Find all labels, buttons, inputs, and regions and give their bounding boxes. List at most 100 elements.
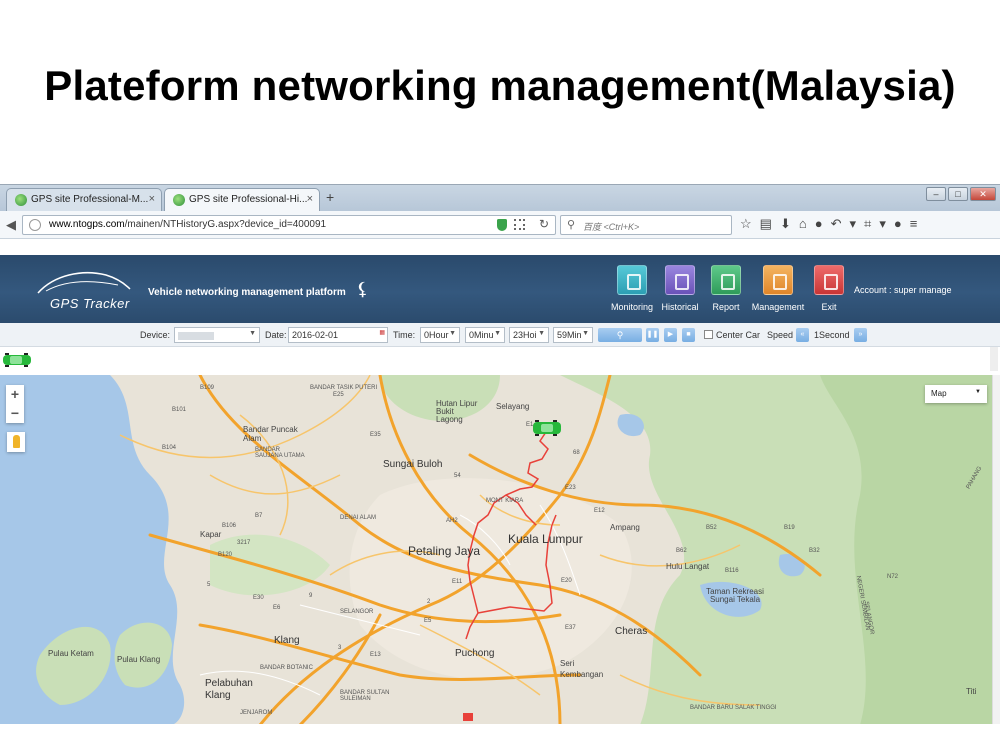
- qr-code-icon[interactable]: [514, 219, 525, 230]
- map-label-pelabuhan-klang: Pelabuhan Klang: [205, 678, 253, 701]
- map-label-bandar-sultan: BANDAR SULTAN SULEIMAN: [340, 690, 390, 702]
- tab-close-icon[interactable]: ×: [307, 193, 313, 205]
- masked-device-id: [178, 331, 214, 340]
- platform-name: Vehicle networking management platform: [148, 287, 346, 298]
- vehicle-marker-icon: [533, 420, 561, 436]
- site-favicon-icon: [15, 194, 27, 206]
- nav-label: Management: [751, 302, 805, 312]
- chevron-down-icon: ▼: [975, 389, 981, 395]
- nav-report-button[interactable]: Report: [698, 265, 754, 312]
- date-value: 2016-02-01: [292, 330, 339, 340]
- zoom-out-button[interactable]: −: [6, 404, 24, 423]
- start-hour-value: 0Hour: [424, 330, 449, 340]
- tab-label: GPS site Professional-Hi...: [189, 194, 308, 205]
- road-code-label: 68: [573, 450, 580, 456]
- pause-button[interactable]: ❚❚: [646, 328, 659, 342]
- map-label-petaling-jaya: Petaling Jaya: [408, 544, 481, 558]
- road-code-label: B116: [725, 568, 739, 574]
- search-bar[interactable]: ⚲ 百度 <Ctrl+K>: [560, 215, 732, 235]
- account-label: Account : super manage: [854, 285, 952, 295]
- start-hour-select[interactable]: 0Hour ▼: [420, 327, 460, 343]
- device-label: Device:: [140, 330, 171, 340]
- map-label-sungai-buloh: Sungai Buloh: [383, 459, 443, 470]
- chevron-down-icon[interactable]: ▾: [879, 216, 886, 232]
- road-code-label: E25: [333, 392, 344, 398]
- undo-icon[interactable]: ↶: [831, 216, 842, 232]
- back-icon[interactable]: ◀: [6, 217, 16, 233]
- new-tab-button[interactable]: +: [326, 189, 334, 205]
- road-code-label: 3217: [237, 540, 251, 546]
- map-label-selayang: Selayang: [496, 402, 530, 411]
- road-code-label: B32: [809, 548, 820, 554]
- home-icon[interactable]: ⌂: [799, 216, 807, 232]
- car-logo-icon: [37, 272, 131, 294]
- road-code-label: B101: [172, 407, 187, 413]
- star-icon[interactable]: ☆: [740, 216, 752, 232]
- road-code-label: E12: [594, 508, 605, 514]
- device-select[interactable]: ▼: [174, 327, 260, 343]
- calendar-icon[interactable]: ▦: [379, 329, 385, 336]
- map-label-klang: Klang: [274, 635, 300, 646]
- url-bar[interactable]: www.ntogps.com/mainen/NTHistoryG.aspx?de…: [22, 215, 556, 235]
- center-car-label: Center Car: [716, 330, 761, 340]
- reload-icon[interactable]: ↻: [539, 217, 549, 231]
- date-input[interactable]: 2016-02-01 ▦: [288, 327, 388, 343]
- map-label-seri-kembangan: Seri Kembangan: [560, 659, 604, 679]
- time-label: Time:: [393, 330, 416, 340]
- speed-increase-button[interactable]: »: [854, 328, 867, 342]
- map-label-bandar-botanic: BANDAR BOTANIC: [260, 665, 313, 671]
- exit-icon: [814, 265, 844, 295]
- tab-gps-monitoring[interactable]: GPS site Professional-M... ×: [6, 188, 162, 211]
- end-minute-value: 59Min: [557, 330, 582, 340]
- map-type-dropdown[interactable]: Map ▼: [925, 385, 987, 403]
- speed-decrease-button[interactable]: «: [796, 328, 809, 342]
- map-label-hulu-langat: Hulu Langat: [666, 562, 710, 571]
- download-icon[interactable]: ⬇: [780, 216, 791, 232]
- page-scrollbar[interactable]: [992, 375, 1000, 724]
- map-label-bandar-tasik: BANDAR TASIK PUTERI: [310, 385, 378, 391]
- menu-icon[interactable]: ≡: [910, 216, 918, 232]
- map-label-ampang: Ampang: [610, 523, 640, 532]
- chat-icon[interactable]: ●: [894, 216, 902, 232]
- query-search-button[interactable]: ⚲: [598, 328, 642, 342]
- screenshot-icon[interactable]: ⌗: [864, 216, 871, 232]
- start-minute-select[interactable]: 0Minu ▼: [465, 327, 505, 343]
- browser-toolbar-icons: ☆ ▤ ⬇ ⌂ ● ↶ ▾ ⌗ ▾ ● ≡: [740, 216, 917, 232]
- map-type-value: Map: [931, 389, 947, 398]
- map-canvas[interactable]: [0, 375, 1000, 724]
- map-view[interactable]: Kuala Lumpur Petaling Jaya Sungai Buloh …: [0, 375, 1000, 724]
- chat-icon[interactable]: ●: [815, 216, 823, 232]
- navigation-toolbar: ◀ www.ntogps.com/mainen/NTHistoryG.aspx?…: [0, 211, 1000, 239]
- zoom-in-button[interactable]: +: [6, 385, 24, 404]
- road-code-label: B104: [162, 445, 177, 451]
- road-code-label: 9: [309, 593, 313, 599]
- map-label-mont-kiara: MONT KIARA: [486, 498, 524, 504]
- minimize-button[interactable]: –: [926, 187, 946, 201]
- vehicle-strip: [0, 347, 1000, 375]
- tab-close-icon[interactable]: ×: [149, 193, 155, 205]
- maximize-button[interactable]: □: [948, 187, 968, 201]
- map-label-denai-alam: DENAI ALAM: [340, 515, 377, 521]
- green-car-icon[interactable]: [2, 353, 32, 367]
- map-label-bandar-baru: BANDAR BARU SALAK TINGGI: [690, 705, 777, 711]
- strip-scrollbar[interactable]: [990, 347, 998, 371]
- close-window-button[interactable]: ✕: [970, 187, 996, 201]
- chevron-down-icon[interactable]: ▾: [849, 216, 856, 232]
- reading-list-icon[interactable]: ▤: [760, 216, 772, 232]
- map-label-selangor: SELANGOR: [340, 609, 374, 615]
- play-button[interactable]: ▶: [664, 328, 677, 342]
- map-label-puchong: Puchong: [455, 648, 495, 659]
- nav-exit-button[interactable]: Exit: [801, 265, 857, 312]
- end-hour-select[interactable]: 23Hoi ▼: [509, 327, 549, 343]
- street-view-pegman-icon[interactable]: [7, 432, 25, 452]
- url-text[interactable]: www.ntogps.com/mainen/NTHistoryG.aspx?de…: [49, 219, 326, 230]
- center-car-checkbox[interactable]: [704, 330, 713, 339]
- end-minute-select[interactable]: 59Min ▼: [553, 327, 593, 343]
- stop-button[interactable]: ■: [682, 328, 695, 342]
- tab-gps-historical[interactable]: GPS site Professional-Hi... ×: [164, 188, 320, 211]
- nav-management-button[interactable]: Management: [750, 265, 806, 312]
- speed-label: Speed: [767, 330, 794, 340]
- shield-icon[interactable]: [497, 219, 507, 231]
- tab-label: GPS site Professional-M...: [31, 194, 149, 205]
- map-label-pulau-klang: Pulau Klang: [117, 655, 161, 664]
